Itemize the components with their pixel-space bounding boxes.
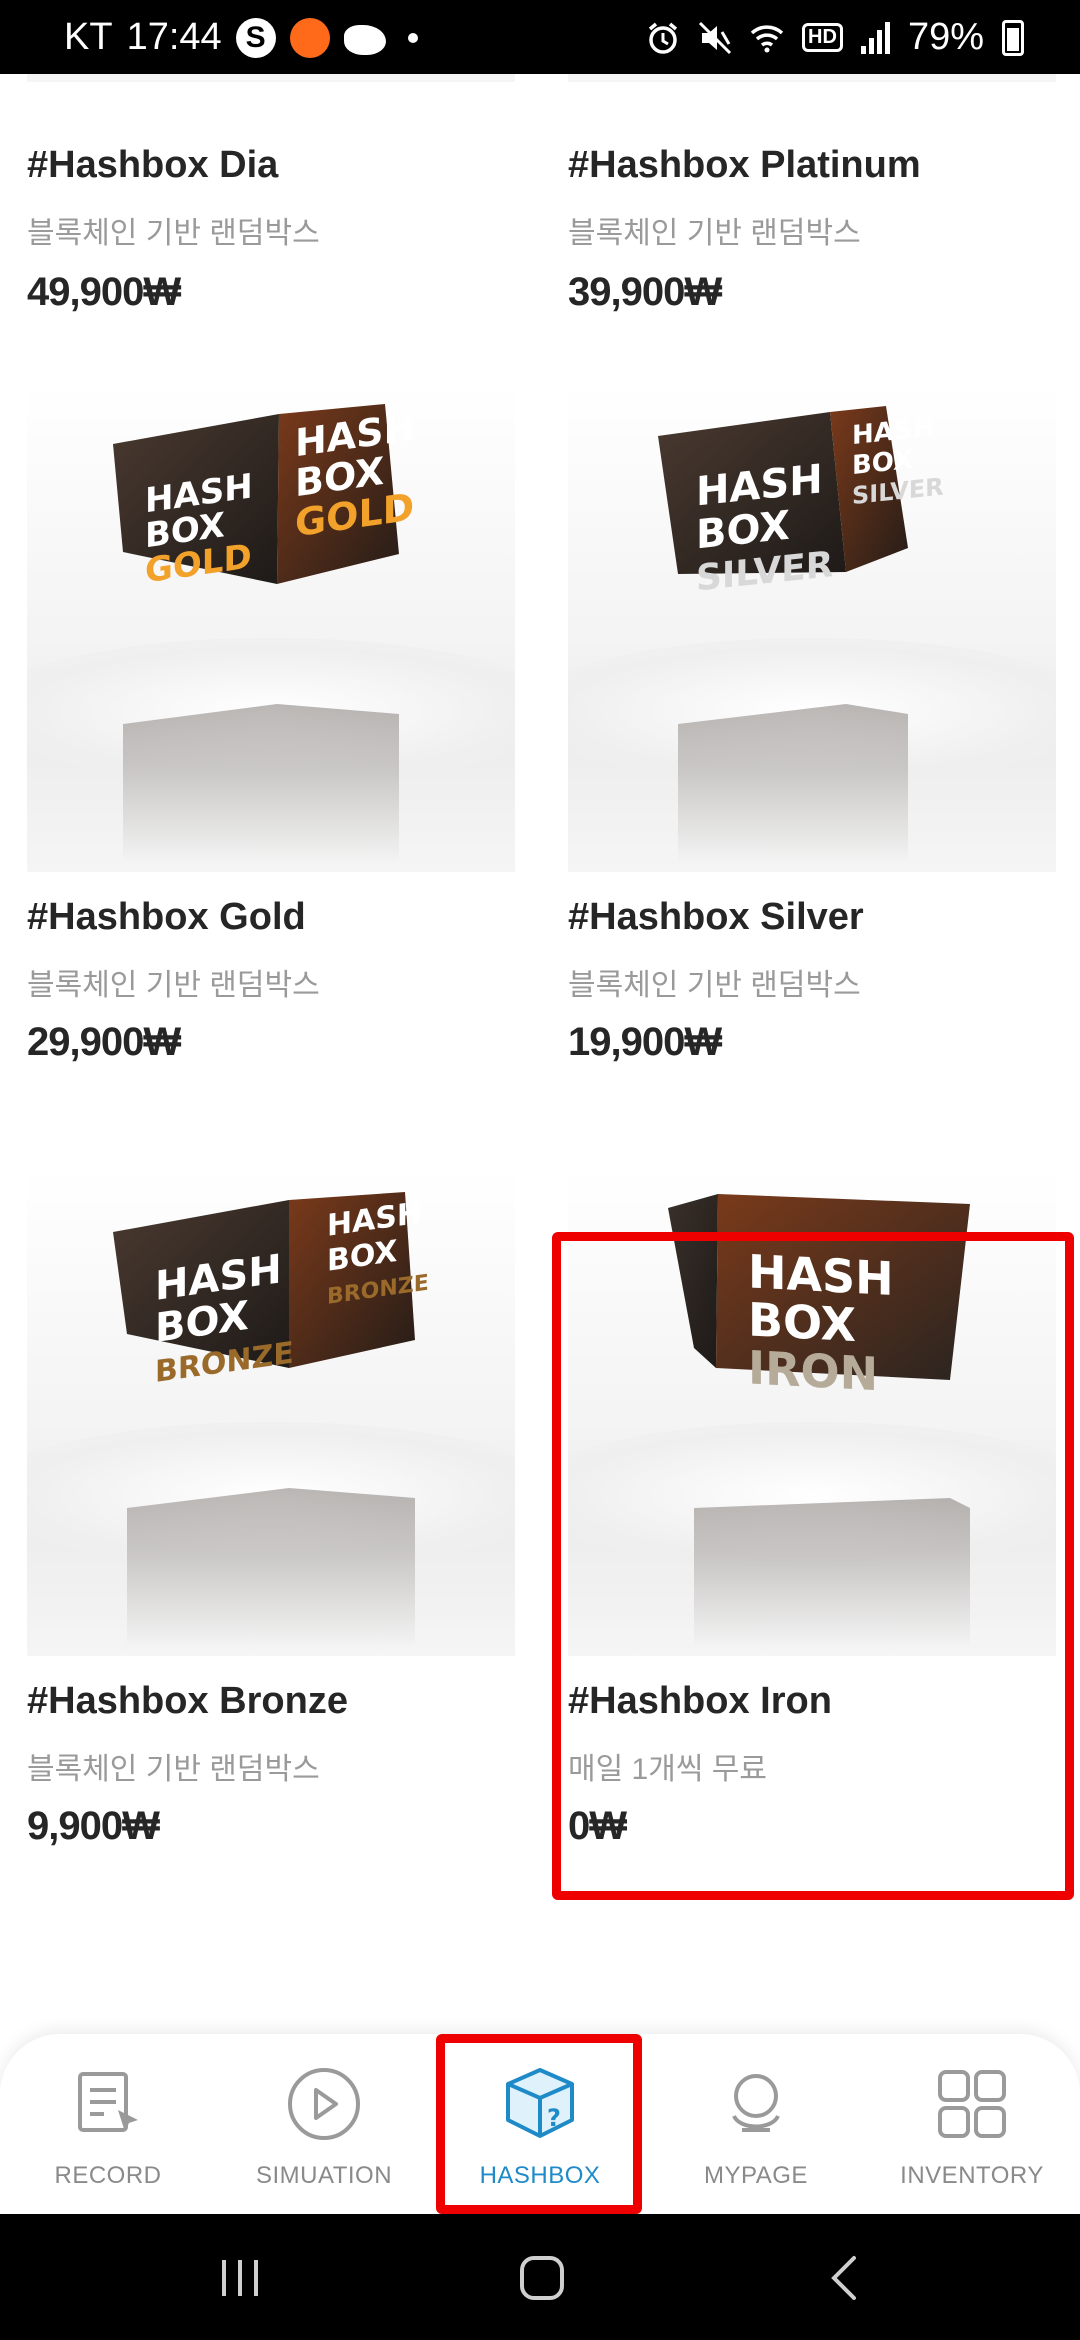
product-description: 블록체인 기반 랜덤박스 (27, 217, 320, 250)
grid-icon (938, 2070, 1006, 2138)
home-icon[interactable] (502, 2238, 582, 2318)
product-image-gold: HASH BOX GOLD HASH BOX GOLD (27, 384, 515, 872)
hd-voice-icon: HD (802, 23, 843, 52)
product-card-platinum[interactable]: #Hashbox Platinum 블록체인 기반 랜덤박스 39,900₩ (568, 74, 1056, 374)
product-name: #Hashbox Platinum (568, 144, 921, 186)
system-navigation-bar (0, 2214, 1080, 2340)
more-notifications-icon (407, 32, 418, 43)
product-price: 39,900₩ (568, 270, 722, 314)
svg-text:BOX: BOX (852, 445, 913, 481)
product-description: 블록체인 기반 랜덤박스 (568, 969, 861, 1002)
nav-mypage-label: MYPAGE (704, 2162, 808, 2189)
product-grid: #Hashbox Dia 블록체인 기반 랜덤박스 49,900₩ #Hashb… (0, 74, 1080, 2034)
battery-icon (1002, 19, 1024, 56)
product-price: 29,900₩ (27, 1020, 181, 1064)
product-price: 9,900₩ (27, 1804, 160, 1848)
nav-record[interactable]: RECORD (0, 2034, 216, 2214)
product-card-silver[interactable]: HASH BOX SILVER HASH BOX SILVER #Hashbox… (568, 384, 1056, 1164)
product-name: #Hashbox Bronze (27, 1680, 348, 1722)
product-image-silver: HASH BOX SILVER HASH BOX SILVER (568, 384, 1056, 872)
clock: 17:44 (126, 16, 222, 58)
product-description: 블록체인 기반 랜덤박스 (568, 217, 861, 250)
hashbox-gold-cube: HASH BOX GOLD HASH BOX GOLD (113, 404, 415, 864)
hashbox-bronze-cube: HASH BOX BRONZE HASH BOX BRONZE (113, 1192, 429, 1648)
recent-apps-icon[interactable] (200, 2238, 280, 2318)
s-app-icon: S (235, 17, 276, 58)
user-icon (732, 2074, 780, 2132)
nav-record-label: RECORD (54, 2162, 162, 2189)
wifi-icon (750, 24, 784, 52)
highlight-box-iron (552, 1232, 1074, 1900)
product-card-bronze[interactable]: HASH BOX BRONZE HASH BOX BRONZE #Hashbox… (27, 1168, 515, 1948)
nav-inventory[interactable]: INVENTORY (864, 2034, 1080, 2214)
mute-icon (698, 21, 732, 54)
product-description: 블록체인 기반 랜덤박스 (27, 1753, 320, 1786)
nav-simulation[interactable]: SIMUATION (216, 2034, 432, 2214)
cloud-app-icon (343, 24, 386, 55)
product-image-bronze: HASH BOX BRONZE HASH BOX BRONZE (27, 1168, 515, 1656)
record-icon (78, 2072, 138, 2132)
product-card-gold[interactable]: HASH BOX GOLD HASH BOX GOLD #Hashbox Gol… (27, 384, 515, 1164)
product-image-platinum (568, 74, 1056, 82)
status-bar: KT 17:44 S HD 79% (0, 0, 1080, 74)
nav-inventory-label: INVENTORY (900, 2162, 1044, 2189)
orange-app-icon (289, 17, 330, 58)
battery-percent: 79% (907, 16, 984, 58)
bottom-navigation: RECORD SIMUATION ? HASHBOX MYPAGE INVENT… (0, 2034, 1080, 2214)
product-price: 19,900₩ (568, 1020, 722, 1064)
status-left: KT 17:44 S (64, 16, 418, 59)
product-name: #Hashbox Gold (27, 896, 306, 938)
product-description: 블록체인 기반 랜덤박스 (27, 969, 320, 1002)
product-price: 49,900₩ (27, 270, 181, 314)
nav-simulation-label: SIMUATION (255, 2162, 393, 2189)
product-name: #Hashbox Dia (27, 144, 279, 186)
status-right: HD 79% (646, 16, 1024, 59)
hashbox-silver-cube: HASH BOX SILVER HASH BOX SILVER (658, 406, 944, 864)
play-icon (288, 2068, 360, 2140)
signal-icon (860, 21, 890, 54)
product-name: #Hashbox Silver (568, 896, 864, 938)
alarm-icon (648, 22, 678, 54)
product-image-dia (27, 74, 515, 82)
back-icon[interactable] (806, 2238, 886, 2318)
nav-mypage[interactable]: MYPAGE (648, 2034, 864, 2214)
product-card-dia[interactable]: #Hashbox Dia 블록체인 기반 랜덤박스 49,900₩ (27, 74, 515, 374)
carrier-label: KT (64, 16, 113, 58)
highlight-box-hashbox-tab (436, 2034, 642, 2214)
